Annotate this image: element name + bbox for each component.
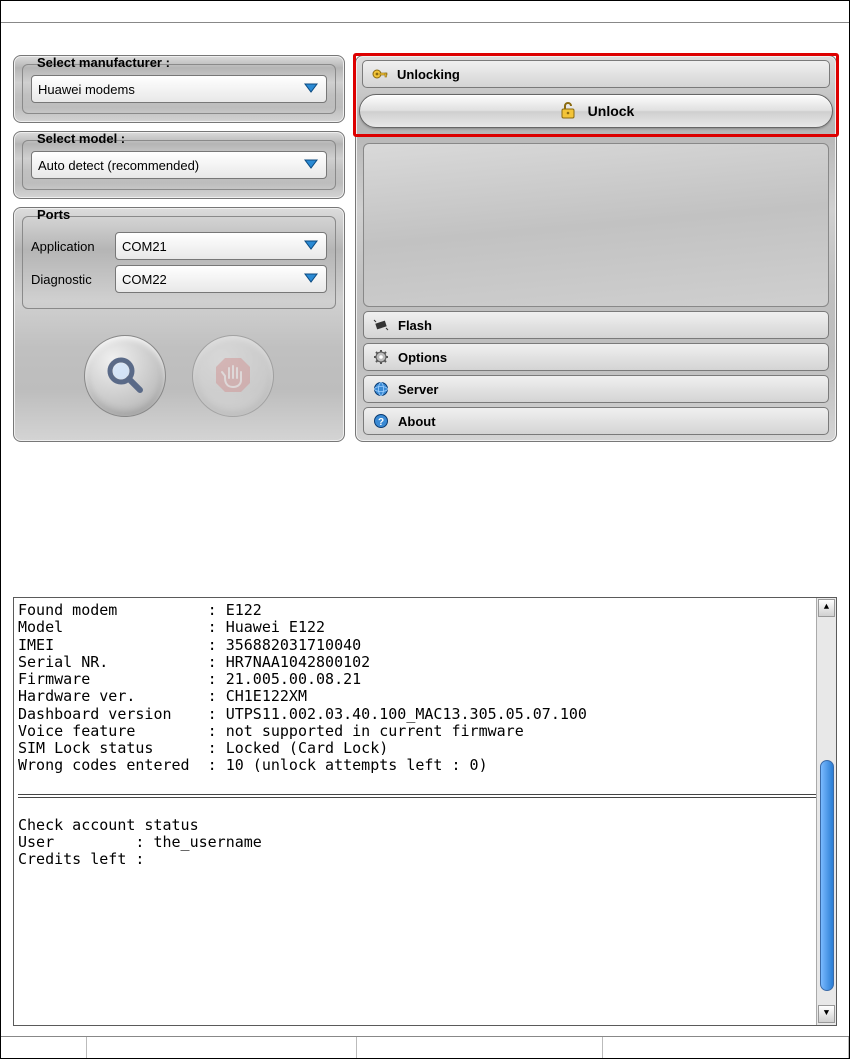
status-bar (1, 1036, 849, 1058)
model-combo[interactable]: Auto detect (recommended) (31, 151, 327, 179)
help-icon: ? (372, 412, 390, 430)
port-diagnostic-combo[interactable]: COM22 (115, 265, 327, 293)
padlock-open-icon (558, 100, 578, 123)
ports-legend: Ports (33, 207, 74, 222)
scroll-up-icon[interactable]: ▲ (818, 599, 835, 617)
toolbar-blank (1, 23, 849, 45)
model-value: Auto detect (recommended) (38, 158, 302, 173)
port-diagnostic-value: COM22 (122, 272, 302, 287)
stop-button (192, 335, 274, 417)
accordion-options-label: Options (398, 350, 447, 365)
accordion-options[interactable]: Options (363, 343, 829, 371)
manufacturer-value: Huawei modems (38, 82, 302, 97)
panel-manufacturer: Select manufacturer : Huawei modems (13, 55, 345, 123)
panel-ports-actions: Ports Application COM21 Diagnostic COM22 (13, 207, 345, 442)
accordion-flash[interactable]: Flash (363, 311, 829, 339)
magnifier-icon (104, 354, 146, 399)
chip-icon (372, 316, 390, 334)
svg-text:?: ? (378, 417, 384, 428)
scroll-thumb[interactable] (820, 760, 834, 991)
chevron-down-icon (302, 270, 320, 289)
accordion-server[interactable]: Server (363, 375, 829, 403)
model-legend: Select model : (33, 131, 129, 146)
accordion-server-label: Server (398, 382, 438, 397)
chevron-down-icon (302, 237, 320, 256)
main-area: Select manufacturer : Huawei modems Sele… (1, 45, 849, 450)
chevron-down-icon (302, 156, 320, 175)
panel-model: Select model : Auto detect (recommended) (13, 131, 345, 199)
menubar (1, 1, 849, 23)
accordion-unlocking-label: Unlocking (397, 67, 460, 82)
action-buttons (14, 317, 344, 441)
globe-icon (372, 380, 390, 398)
key-icon (371, 65, 389, 83)
stop-hand-icon (212, 354, 254, 399)
accordion-unlocking[interactable]: Unlocking (362, 60, 830, 88)
gear-icon (372, 348, 390, 366)
left-column: Select manufacturer : Huawei modems Sele… (13, 55, 345, 442)
port-diagnostic-label: Diagnostic (31, 272, 109, 287)
port-application-label: Application (31, 239, 109, 254)
unlock-button-label: Unlock (588, 103, 635, 119)
scroll-down-icon[interactable]: ▼ (818, 1005, 835, 1023)
scrollbar[interactable]: ▲ ▼ (816, 598, 836, 1025)
log-output[interactable]: Found modem : E122 Model : Huawei E122 I… (13, 597, 837, 1026)
port-application-combo[interactable]: COM21 (115, 232, 327, 260)
status-cell (87, 1037, 357, 1058)
status-cell (1, 1037, 87, 1058)
right-column: Unlocking Unlock Flash Options Server ? … (355, 55, 837, 442)
log-text-2: Check account status User : the_username… (18, 817, 832, 869)
unlocking-content (363, 143, 829, 307)
log-text-1: Found modem : E122 Model : Huawei E122 I… (18, 602, 832, 775)
status-cell (603, 1037, 849, 1058)
accordion-about[interactable]: ? About (363, 407, 829, 435)
manufacturer-legend: Select manufacturer : (33, 55, 174, 70)
unlock-button[interactable]: Unlock (359, 94, 833, 128)
accordion-flash-label: Flash (398, 318, 432, 333)
port-application-value: COM21 (122, 239, 302, 254)
search-button[interactable] (84, 335, 166, 417)
manufacturer-combo[interactable]: Huawei modems (31, 75, 327, 103)
chevron-down-icon (302, 80, 320, 99)
status-cell (357, 1037, 603, 1058)
accordion-about-label: About (398, 414, 436, 429)
unlocking-highlight: Unlocking Unlock (353, 53, 839, 137)
